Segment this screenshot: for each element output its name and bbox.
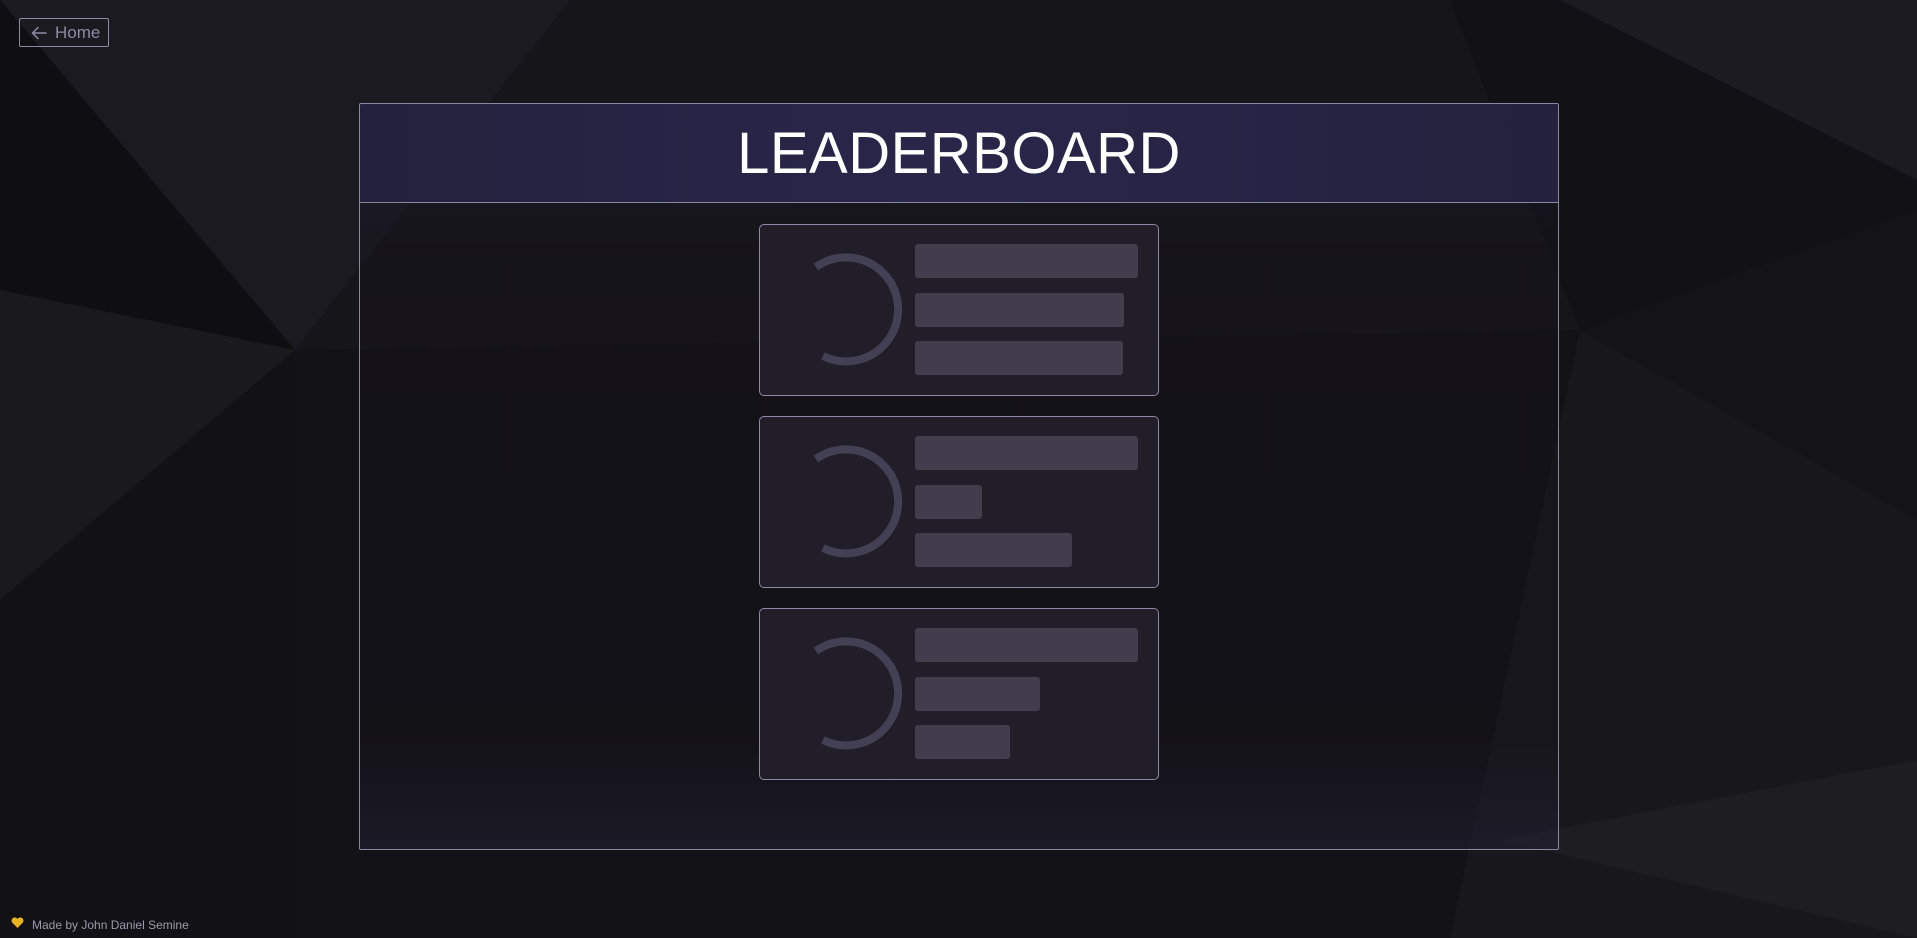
skeleton-line (915, 436, 1138, 470)
footer: Made by John Daniel Semine (11, 917, 189, 932)
leaderboard-header: LEADERBOARD (360, 104, 1558, 203)
home-button[interactable]: Home (19, 18, 109, 47)
leaderboard-panel: LEADERBOARD (359, 103, 1559, 850)
skeleton-line (915, 293, 1124, 327)
loading-spinner-icon (813, 637, 903, 750)
skeleton-line (915, 677, 1040, 711)
loading-card (759, 224, 1159, 396)
skeleton-line (915, 533, 1072, 567)
skeleton-line (915, 725, 1010, 759)
leaderboard-list (759, 224, 1159, 800)
loading-card (759, 416, 1159, 588)
footer-credit: Made by John Daniel Semine (32, 917, 189, 932)
skeleton-line (915, 485, 982, 519)
loading-card (759, 608, 1159, 780)
skeleton-line (915, 341, 1123, 375)
skeleton-line (915, 244, 1138, 278)
home-button-label: Home (55, 22, 101, 42)
heart-icon (11, 917, 24, 932)
page-title: LEADERBOARD (737, 120, 1181, 186)
arrow-left-icon (31, 26, 47, 40)
loading-spinner-icon (813, 445, 903, 558)
loading-spinner-icon (813, 253, 903, 366)
skeleton-line (915, 628, 1138, 662)
